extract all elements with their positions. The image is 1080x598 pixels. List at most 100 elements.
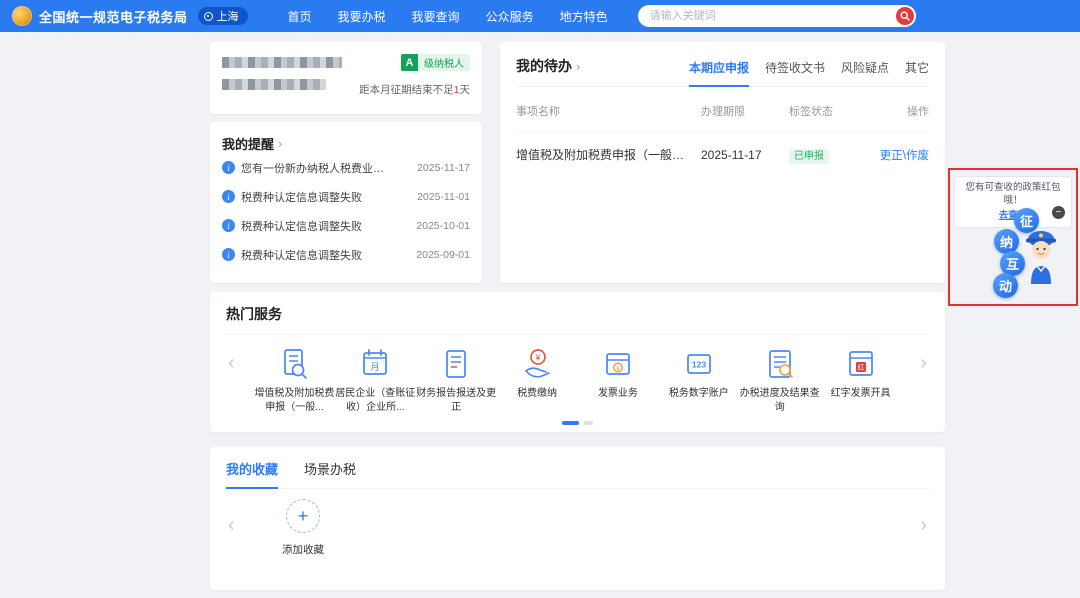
chevron-right-icon[interactable]: › xyxy=(920,353,927,373)
assistant-badge-dong[interactable]: 动 xyxy=(993,273,1018,298)
hot-services-card: 热门服务 ‹ 增值税及附加税费申报（一般... xyxy=(210,292,945,432)
chevron-right-icon[interactable]: › xyxy=(920,515,927,535)
site-title: 全国统一规范电子税务局 xyxy=(39,7,188,26)
taxpayer-name-redacted xyxy=(222,54,342,97)
assistant-avatar-icon xyxy=(1020,226,1062,286)
service-label: 财务报告报送及更正 xyxy=(416,387,497,414)
reminder-item[interactable]: i 税费种认定信息调整失败 2025-09-01 xyxy=(222,240,470,269)
info-icon: i xyxy=(222,248,235,261)
nav-handle-tax[interactable]: 我要办税 xyxy=(338,8,386,25)
info-icon: i xyxy=(222,161,235,174)
location-selector[interactable]: 上海 xyxy=(198,7,248,25)
reminder-item[interactable]: i 税费种认定信息调整失败 2025-10-01 xyxy=(222,211,470,240)
svg-text:123: 123 xyxy=(692,360,706,370)
todo-item-deadline: 2025-11-17 xyxy=(701,148,789,162)
tab-other[interactable]: 其它 xyxy=(905,59,929,87)
column-tag-status: 标签状态 xyxy=(789,103,867,119)
hot-services-title: 热门服务 xyxy=(226,304,282,324)
todo-item-status: 已申报 xyxy=(789,147,867,162)
add-favorite-label: 添加收藏 xyxy=(266,542,340,557)
reminders-title[interactable]: 我的提醒 xyxy=(222,134,274,153)
svg-text:月: 月 xyxy=(371,362,380,372)
column-item-name: 事项名称 xyxy=(516,103,701,119)
reminder-text: 税费种认定信息调整失败 xyxy=(241,247,362,263)
tab-my-favorites[interactable]: 我的收藏 xyxy=(226,459,278,489)
todo-item-action: 更正\作废 xyxy=(867,147,929,163)
tax-bureau-logo xyxy=(12,6,32,26)
service-progress-query[interactable]: 办税进度及结果查询 xyxy=(739,345,820,414)
todo-table-header: 事项名称 办理期限 标签状态 操作 xyxy=(516,103,929,132)
nav-query[interactable]: 我要查询 xyxy=(412,8,460,25)
todo-title[interactable]: 我的待办 xyxy=(516,56,572,76)
progress-query-icon xyxy=(762,346,798,382)
nav-home[interactable]: 首页 xyxy=(288,8,312,25)
carousel-dot-active[interactable] xyxy=(562,421,579,425)
location-label: 上海 xyxy=(217,8,239,24)
tab-scenario-tax[interactable]: 场景办税 xyxy=(304,459,356,489)
redacted-name-line1 xyxy=(222,57,342,68)
add-favorite-button[interactable]: + 添加收藏 xyxy=(266,499,340,557)
chevron-right-icon: › xyxy=(278,136,282,151)
service-label: 增值税及附加税费申报（一般... xyxy=(254,387,335,414)
top-bar: 全国统一规范电子税务局 上海 首页 我要办税 我要查询 公众服务 地方特色 xyxy=(0,0,1080,32)
digital-account-icon: 123 xyxy=(681,346,717,382)
vat-declaration-icon xyxy=(276,346,312,382)
nav-local-feature[interactable]: 地方特色 xyxy=(560,8,608,25)
service-red-invoice[interactable]: 红 红字发票开具 xyxy=(820,345,901,414)
column-action: 操作 xyxy=(867,103,929,119)
svg-text:¥: ¥ xyxy=(616,366,620,373)
service-label: 居民企业（查账征收）企业所... xyxy=(335,387,416,414)
rating-label: 级纳税人 xyxy=(418,54,470,71)
corporate-income-tax-icon: 月 xyxy=(357,346,393,382)
service-corporate-income-tax[interactable]: 月 居民企业（查账征收）企业所... xyxy=(335,345,416,414)
chevron-right-icon: › xyxy=(576,59,580,74)
chevron-left-icon[interactable]: ‹ xyxy=(228,353,235,373)
favorites-tabs: 我的收藏 场景办税 xyxy=(226,459,929,489)
tax-payment-icon: ¥ xyxy=(519,346,555,382)
service-vat-declaration[interactable]: 增值税及附加税费申报（一般... xyxy=(254,345,335,414)
assistant-avatar[interactable] xyxy=(1020,226,1062,291)
reminder-date: 2025-11-17 xyxy=(417,162,470,174)
assistant-badge-na[interactable]: 纳 xyxy=(994,229,1019,254)
search-input[interactable] xyxy=(650,10,890,22)
reminder-item[interactable]: i 您有一份新办纳税人税费业务详解，... 2025-11-17 xyxy=(222,153,470,182)
tab-current-declaration[interactable]: 本期应申报 xyxy=(689,59,749,87)
todo-item-name: 增值税及附加税费申报（一般纳税人适... xyxy=(516,146,701,163)
favorites-card: 我的收藏 场景办税 ‹ + 添加收藏 › xyxy=(210,447,945,590)
nav-public-service[interactable]: 公众服务 xyxy=(486,8,534,25)
location-icon xyxy=(204,12,213,21)
reminder-date: 2025-10-01 xyxy=(416,220,470,232)
chevron-left-icon[interactable]: ‹ xyxy=(228,515,235,535)
service-label: 税务数字账户 xyxy=(658,387,739,401)
reminder-item[interactable]: i 税费种认定信息调整失败 2025-11-01 xyxy=(222,182,470,211)
redacted-name-line2 xyxy=(222,79,326,90)
service-financial-report[interactable]: 财务报告报送及更正 xyxy=(416,345,497,414)
financial-report-icon xyxy=(438,346,474,382)
minus-icon: − xyxy=(1056,208,1062,218)
search-bar xyxy=(638,5,916,27)
tab-risk-points[interactable]: 风险疑点 xyxy=(841,59,889,87)
search-button[interactable] xyxy=(896,7,914,25)
service-tax-payment[interactable]: ¥ 税费缴纳 xyxy=(497,345,578,414)
taxpayer-rating-badge[interactable]: A 级纳税人 xyxy=(401,54,470,71)
filing-deadline-note: 距本月征期结束不足1天 xyxy=(359,82,470,97)
tab-documents-to-sign[interactable]: 待签收文书 xyxy=(765,59,825,87)
reminder-text: 税费种认定信息调整失败 xyxy=(241,218,362,234)
main-nav: 首页 我要办税 我要查询 公众服务 地方特色 xyxy=(288,8,608,25)
collapse-widget-button[interactable]: − xyxy=(1052,206,1065,219)
assistant-message: 您有可查收的政策红包哦！ xyxy=(965,182,1060,206)
reminder-text: 税费种认定信息调整失败 xyxy=(241,189,362,205)
reminders-card: 我的提醒 › i 您有一份新办纳税人税费业务详解，... 2025-11-17 … xyxy=(210,122,482,283)
column-deadline: 办理期限 xyxy=(701,103,789,119)
status-badge: 已申报 xyxy=(789,149,829,164)
reminder-date: 2025-09-01 xyxy=(416,249,470,261)
deadline-prefix: 距本月征期结束不足 xyxy=(359,84,454,96)
correct-void-link[interactable]: 更正\作废 xyxy=(880,150,929,162)
service-digital-account[interactable]: 123 税务数字账户 xyxy=(658,345,739,414)
carousel-dot[interactable] xyxy=(584,421,593,425)
service-invoice-business[interactable]: ¥ 发票业务 xyxy=(578,345,659,414)
service-label: 办税进度及结果查询 xyxy=(739,387,820,414)
svg-text:¥: ¥ xyxy=(535,353,542,363)
reminder-date: 2025-11-01 xyxy=(417,191,470,203)
red-invoice-icon: 红 xyxy=(843,346,879,382)
